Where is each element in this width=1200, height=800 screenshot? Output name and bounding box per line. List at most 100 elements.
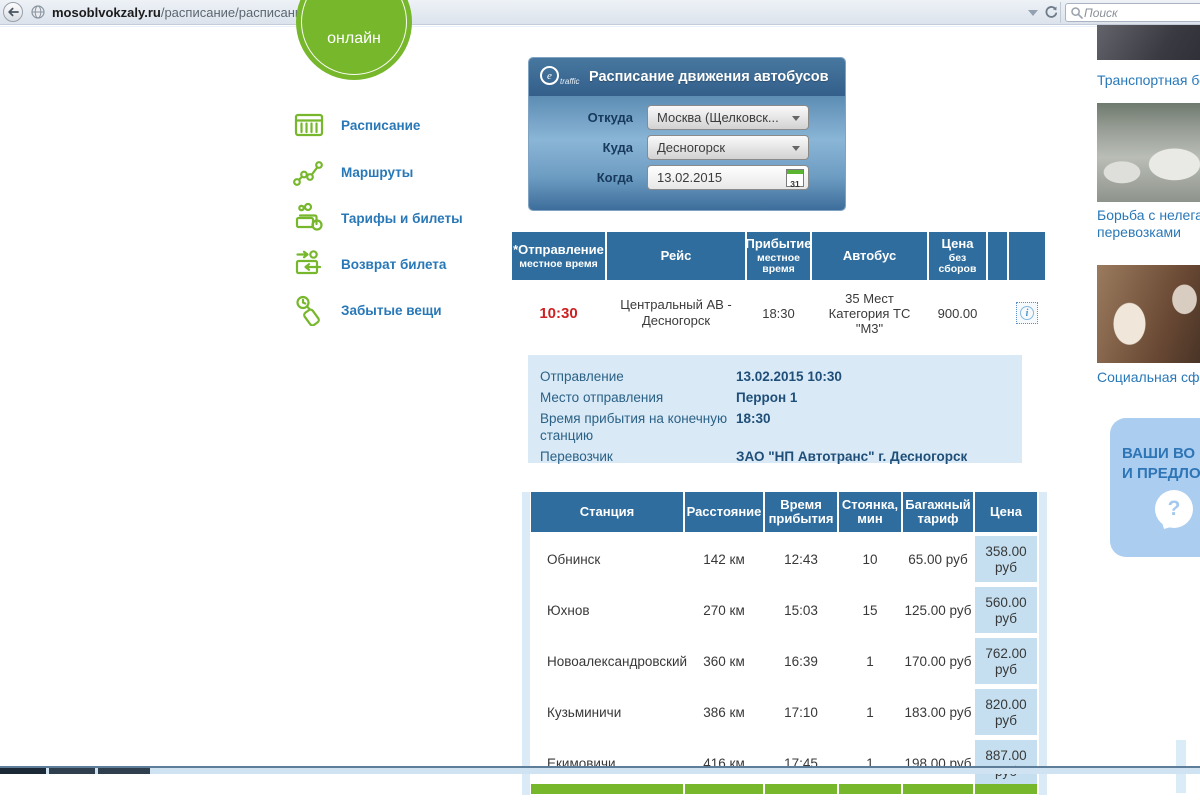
feedback-banner-text: ВАШИ ВО И ПРЕДЛОЖ xyxy=(1122,444,1200,484)
etraffic-logo-word: traffic xyxy=(560,77,580,86)
sidebar-item-schedule[interactable]: Расписание xyxy=(293,107,420,143)
dropdown-caret-icon[interactable] xyxy=(1028,10,1038,16)
schedule-icon xyxy=(293,109,325,141)
link-text: Социальная сфер xyxy=(1097,369,1200,386)
station-price: 560.00 руб xyxy=(975,585,1037,636)
col-baggage-tariff: Багажный тариф xyxy=(903,492,973,532)
sidebar-item-label: Тарифы и билеты xyxy=(341,211,463,226)
online-badge[interactable]: онлайн xyxy=(296,0,412,80)
col-arrival: Прибытие местное время xyxy=(747,232,810,280)
station-stop: 15 xyxy=(839,585,901,636)
taskbar-sliver xyxy=(0,768,1200,774)
station-name: Кузьминичи xyxy=(531,687,683,738)
news-thumbnail-transport-security[interactable] xyxy=(1097,25,1200,60)
search-icon xyxy=(1070,6,1084,20)
col-arrival-time: Время прибытия xyxy=(765,492,837,532)
stations-table-header: Станция Расстояние Время прибытия Стоянк… xyxy=(531,492,1037,532)
col-departure-sub: местное время xyxy=(519,259,597,270)
col-price: Цена без сборов xyxy=(929,232,986,280)
station-arrival: 17:10 xyxy=(765,687,837,738)
sidebar-item-routes[interactable]: Маршруты xyxy=(293,154,413,190)
trip-result-row: 10:30 Центральный АВ - Десногорск 18:30 … xyxy=(512,282,1045,344)
info-button[interactable]: i xyxy=(1016,302,1038,324)
col-route: Рейс xyxy=(607,232,745,280)
station-row: Юхнов 270 км 15:03 15 125.00 руб 560.00 … xyxy=(531,585,1037,636)
station-baggage: 198.00 руб xyxy=(903,738,973,789)
news-thumbnail-illegal-transit[interactable] xyxy=(1097,103,1200,202)
from-label: Откуда xyxy=(529,110,647,125)
col-bus-title: Автобус xyxy=(843,249,896,263)
station-stop: 1 xyxy=(839,636,901,687)
taskbar-button[interactable] xyxy=(49,768,95,774)
station-price: 762.00 руб xyxy=(975,636,1037,687)
browser-window: mosoblvokzaly.ru/расписание/расписание.h… xyxy=(0,0,1200,800)
col-bus: Автобус xyxy=(812,232,927,280)
detail-value: 18:30 xyxy=(736,410,1022,427)
date-row: Когда 13.02.2015 31 xyxy=(529,165,845,190)
station-baggage: 125.00 руб xyxy=(903,585,973,636)
link-social-sphere[interactable]: Социальная сфер xyxy=(1097,369,1200,386)
station-distance: 142 км xyxy=(685,534,763,585)
to-select[interactable]: Десногорск xyxy=(647,135,809,160)
to-label: Куда xyxy=(529,140,647,155)
reload-button[interactable] xyxy=(1043,4,1059,20)
detail-label: Место отправления xyxy=(540,389,736,406)
chevron-down-icon xyxy=(792,116,800,121)
calendar-icon[interactable]: 31 xyxy=(786,169,804,187)
detail-label: Время прибытия на конечную станцию xyxy=(540,410,736,444)
station-distance: 416 км xyxy=(685,738,763,789)
link-text: Борьба с нелегал xyxy=(1097,207,1200,224)
etraffic-logo-letter: e xyxy=(540,66,559,85)
station-name: Юхнов xyxy=(531,585,683,636)
feedback-banner[interactable]: ВАШИ ВО И ПРЕДЛОЖ ? xyxy=(1110,418,1200,557)
col-distance: Расстояние xyxy=(685,492,763,532)
calendar-icon-top xyxy=(787,170,803,175)
station-price: 820.00 руб xyxy=(975,687,1037,738)
trip-details-panel: Отправление 13.02.2015 10:30 Место отпра… xyxy=(528,355,1022,463)
detail-value: 13.02.2015 10:30 xyxy=(736,368,1022,385)
col-departure-title: *Отправление xyxy=(513,243,604,257)
station-arrival: 15:03 xyxy=(765,585,837,636)
back-arrow-icon xyxy=(7,6,19,18)
station-price: 887.00 руб xyxy=(975,738,1037,789)
station-price: 358.00 руб xyxy=(975,534,1037,585)
station-stop: 1 xyxy=(839,738,901,789)
search-input[interactable] xyxy=(1084,6,1184,20)
sidebar-item-tariffs[interactable]: Тарифы и билеты xyxy=(293,200,463,236)
station-baggage: 183.00 руб xyxy=(903,687,973,738)
location-bar[interactable]: mosoblvokzaly.ru/расписание/расписание.h… xyxy=(52,5,338,20)
trip-search-form: e traffic Расписание движения автобусов … xyxy=(528,57,846,211)
col-empty-1 xyxy=(988,232,1007,280)
date-label: Когда xyxy=(529,170,647,185)
info-icon: i xyxy=(1020,306,1034,320)
browser-toolbar: mosoblvokzaly.ru/расписание/расписание.h… xyxy=(0,0,1200,25)
from-select[interactable]: Москва (Щелковск... xyxy=(647,105,809,130)
link-transport-security[interactable]: Транспортная без xyxy=(1097,72,1200,89)
link-illegal-transit[interactable]: Борьба с нелегал перевозками xyxy=(1097,207,1200,241)
back-button[interactable] xyxy=(3,2,23,22)
station-distance: 270 км xyxy=(685,585,763,636)
table-footer-bar xyxy=(531,784,1037,794)
col-arrival-sub: местное время xyxy=(747,253,810,275)
station-baggage: 65.00 руб xyxy=(903,534,973,585)
to-select-value: Десногорск xyxy=(657,140,725,155)
station-distance: 360 км xyxy=(685,636,763,687)
station-stop: 10 xyxy=(839,534,901,585)
detail-value: Перрон 1 xyxy=(736,389,1022,406)
trip-form-body: Откуда Москва (Щелковск... Куда Десногор… xyxy=(529,96,845,211)
date-input[interactable]: 13.02.2015 31 xyxy=(647,165,809,190)
sidebar-item-label: Забытые вещи xyxy=(341,303,442,318)
sidebar-item-lost-items[interactable]: Забытые вещи xyxy=(293,292,442,328)
detail-label: Отправление xyxy=(540,368,736,385)
news-thumbnail-social[interactable] xyxy=(1097,265,1200,363)
to-row: Куда Десногорск xyxy=(529,135,845,160)
taskbar-button[interactable] xyxy=(0,768,46,774)
sidebar-item-ticket-return[interactable]: Возврат билета xyxy=(293,246,446,282)
chevron-down-icon xyxy=(792,146,800,151)
taskbar-button[interactable] xyxy=(98,768,150,774)
question-bubble-icon: ? xyxy=(1155,490,1193,528)
col-price-sub: без сборов xyxy=(929,253,986,275)
feedback-line-1: ВАШИ ВО xyxy=(1122,444,1200,464)
calendar-icon-day: 31 xyxy=(790,179,799,189)
search-field[interactable] xyxy=(1065,3,1200,22)
